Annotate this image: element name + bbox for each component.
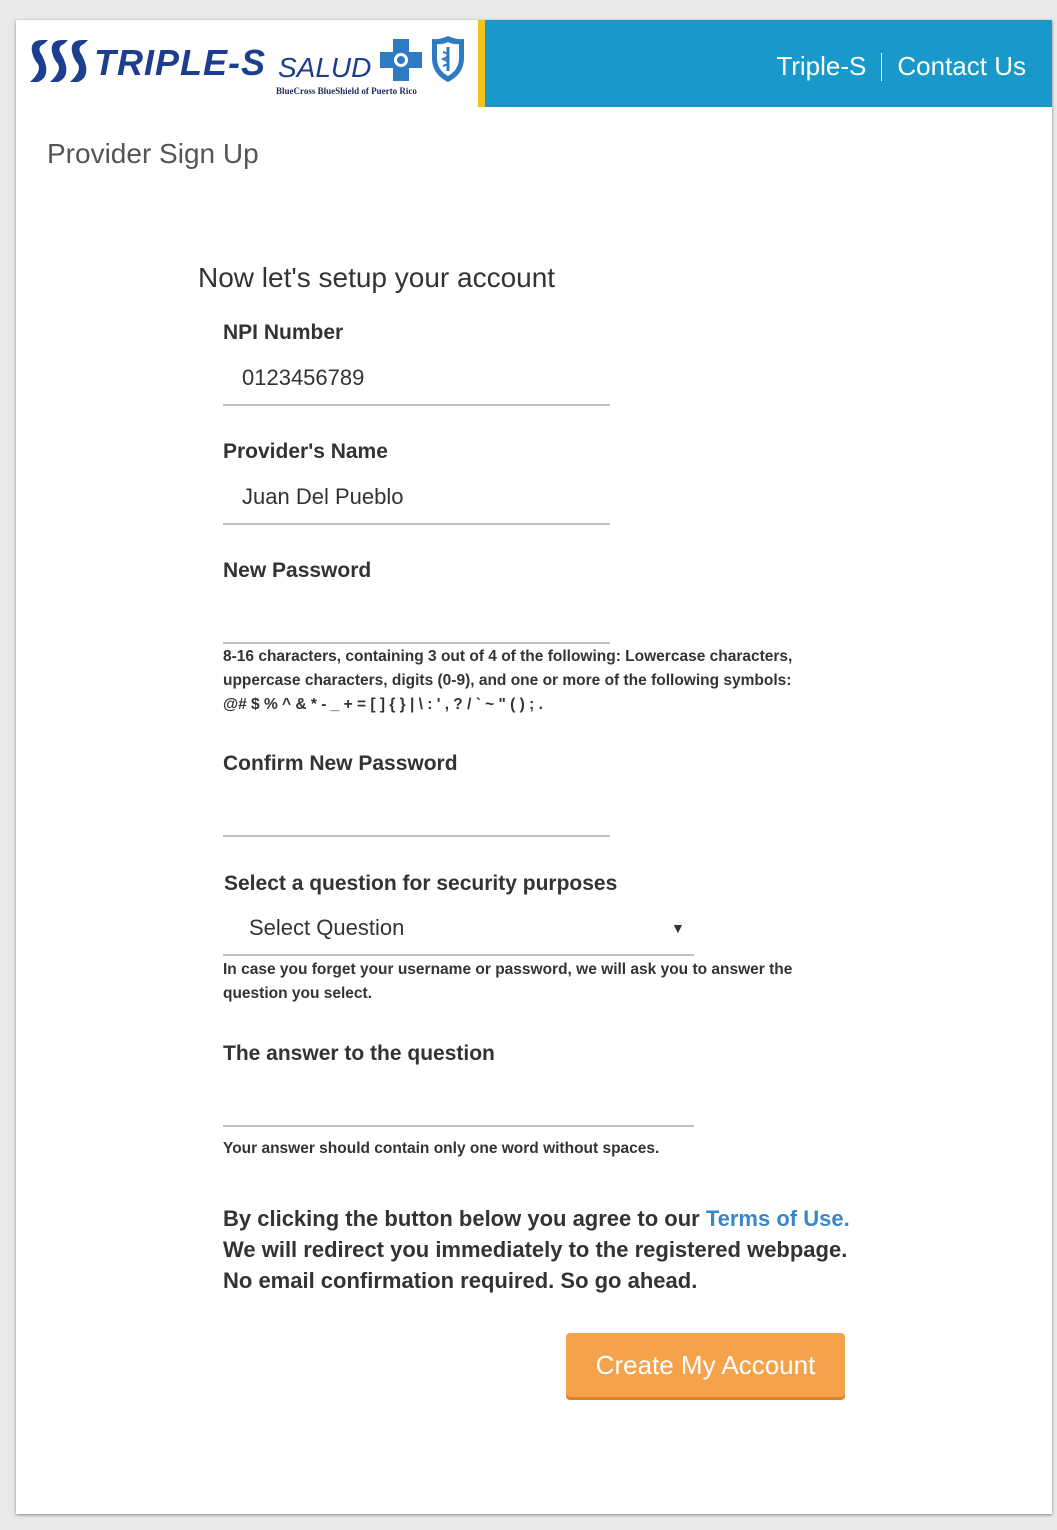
confirm-password-label: Confirm New Password [223,752,458,775]
provider-name-underline [223,523,610,525]
provider-name-label: Provider's Name [223,440,388,463]
confirm-password-underline [223,835,610,837]
create-account-button[interactable]: Create My Account [566,1333,845,1397]
agreement-line: We will redirect you immediately to the … [223,1237,848,1262]
answer-label: The answer to the question [223,1042,495,1065]
answer-help: Your answer should contain only one word… [223,1140,660,1157]
password-requirements-help: 8-16 characters, containing 3 out of 4 o… [223,645,863,717]
npi-number-input[interactable]: 0123456789 [242,365,364,391]
agreement-line: By clicking the button below you agree t… [223,1203,863,1234]
npi-number-underline [223,404,610,406]
brand-salud: SALUD [278,52,372,83]
password-help-line: @# $ % ^ & * - _ + = [ ] { } | \ : ' , ?… [223,696,543,713]
security-question-label: Select a question for security purposes [224,872,618,895]
agreement-prefix: By clicking the button below you agree t… [223,1206,706,1231]
nav-divider [881,52,883,81]
nav-link-triple-s[interactable]: Triple-S [776,51,866,82]
agreement-text: By clicking the button below you agree t… [223,1203,863,1296]
confirm-password-input[interactable] [242,796,622,826]
security-question-underline [223,954,694,956]
security-question-help: In case you forget your username or pass… [223,958,863,1006]
sss-logo-icon [30,40,88,82]
answer-underline [223,1125,694,1127]
brand-name: TRIPLE-S [94,42,267,83]
signup-card: TRIPLE-S SALUD BlueCross BlueShield of P… [16,20,1052,1514]
site-header: TRIPLE-S SALUD BlueCross BlueShield of P… [16,20,1052,107]
security-help-line: In case you forget your username or pass… [223,961,793,978]
answer-input[interactable] [242,1086,702,1116]
security-question-select[interactable]: Select Question ▼ [223,906,694,954]
agreement-line: No email confirmation required. So go ah… [223,1268,698,1293]
new-password-label: New Password [223,559,372,582]
password-help-line: uppercase characters, digits (0-9), and … [223,672,792,689]
header-accent-bar [478,20,485,107]
terms-of-use-link[interactable]: Terms of Use. [706,1206,850,1231]
nav-link-contact-us[interactable]: Contact Us [897,51,1026,82]
page-title: Provider Sign Up [47,138,259,169]
npi-number-label: NPI Number [223,321,344,344]
brand-subtitle: BlueCross BlueShield of Puerto Rico [276,86,417,96]
security-question-value: Select Question [249,915,405,940]
form-title: Now let's setup your account [198,262,556,293]
blueshield-icon [432,36,464,82]
bluecross-icon [380,39,422,81]
new-password-input[interactable] [242,603,622,633]
password-help-line: 8-16 characters, containing 3 out of 4 o… [223,648,793,665]
provider-name-input[interactable]: Juan Del Pueblo [242,484,403,510]
new-password-underline [223,642,610,644]
triple-s-logo[interactable]: TRIPLE-S SALUD BlueCross BlueShield of P… [16,20,478,107]
header-nav: Triple-S Contact Us [776,51,1026,82]
security-help-line: question you select. [223,985,373,1002]
chevron-down-icon: ▼ [671,920,685,936]
